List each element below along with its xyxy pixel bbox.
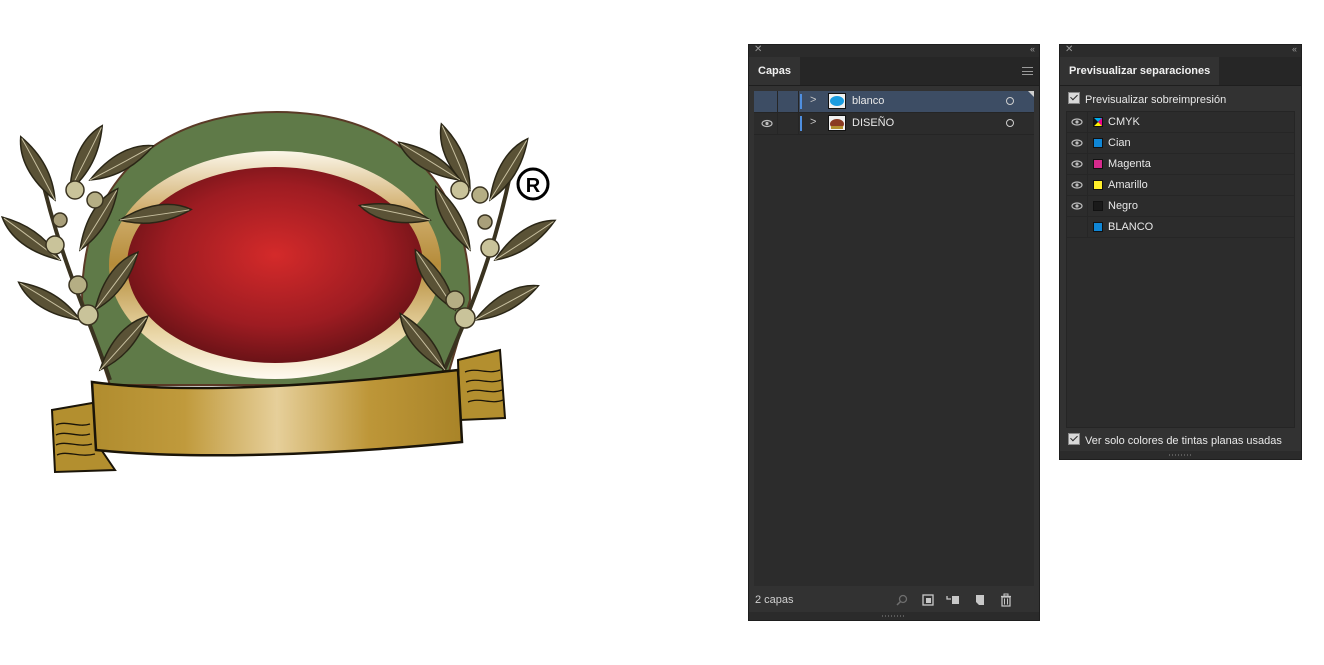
visibility-toggle[interactable] <box>1067 175 1088 195</box>
new-sublayer-icon[interactable] <box>946 593 960 607</box>
resize-grip[interactable] <box>1060 451 1301 459</box>
tab-layers[interactable]: Capas <box>749 57 801 85</box>
visibility-toggle[interactable] <box>1067 112 1088 132</box>
ink-row-negro[interactable]: Negro <box>1067 196 1294 217</box>
layers-panel: ✕ ‹‹ Capas > blanco > DISEÑO 2 capas <box>748 44 1040 621</box>
collapse-panel-icon[interactable]: ‹‹ <box>1030 44 1035 54</box>
eye-icon <box>1071 202 1083 210</box>
spot-only-label: Ver solo colores de tintas planas usadas <box>1085 435 1282 447</box>
layer-name[interactable]: blanco <box>852 95 884 107</box>
target-circle-icon[interactable] <box>1006 97 1014 105</box>
layer-color-indicator <box>800 94 802 109</box>
visibility-toggle[interactable] <box>1067 217 1088 237</box>
layer-color-indicator <box>800 116 802 131</box>
ink-name: CMYK <box>1108 116 1140 128</box>
spot-colors-only-option[interactable]: Ver solo colores de tintas planas usadas <box>1068 432 1282 448</box>
ink-row-blanco[interactable]: BLANCO <box>1067 217 1294 238</box>
layer-thumbnail <box>828 93 846 109</box>
trash-icon[interactable] <box>999 593 1013 607</box>
ink-row-cmyk[interactable]: CMYK <box>1067 112 1294 133</box>
ink-swatch <box>1093 159 1103 169</box>
target-circle-icon[interactable] <box>1006 119 1014 127</box>
overprint-preview-option[interactable]: Previsualizar sobreimpresión <box>1068 91 1226 107</box>
panel-menu-icon[interactable] <box>1022 67 1033 75</box>
ink-name: BLANCO <box>1108 221 1154 233</box>
ink-name: Magenta <box>1108 158 1151 170</box>
chevron-right-icon[interactable]: > <box>810 94 816 106</box>
overprint-checkbox[interactable] <box>1068 92 1080 104</box>
eye-icon <box>1071 160 1083 168</box>
panel-titlebar: ✕ ‹‹ <box>1060 44 1301 57</box>
ink-row-magenta[interactable]: Magenta <box>1067 154 1294 175</box>
separations-preview-panel: ✕ ‹‹ Previsualizar separaciones Previsua… <box>1059 44 1302 460</box>
layer-row-blanco[interactable]: > blanco <box>754 91 1034 113</box>
separations-tabbar: Previsualizar separaciones <box>1060 57 1301 86</box>
ink-list: CMYK Cian Magenta Amarillo Negro BLANCO <box>1066 111 1295 428</box>
eye-icon <box>1071 181 1083 189</box>
collapse-panel-icon[interactable]: ‹‹ <box>1292 44 1297 54</box>
ink-swatch <box>1093 180 1103 190</box>
tab-separations-preview[interactable]: Previsualizar separaciones <box>1060 57 1220 85</box>
selection-corner-icon <box>1028 91 1034 97</box>
clip-mask-icon[interactable] <box>921 593 935 607</box>
layer-thumbnail <box>828 115 846 131</box>
ink-swatch <box>1093 222 1103 232</box>
ink-name: Amarillo <box>1108 179 1148 191</box>
panel-titlebar: ✕ ‹‹ <box>749 44 1039 57</box>
resize-grip[interactable] <box>749 612 1039 620</box>
layers-footer: 2 capas <box>749 588 1039 612</box>
lock-toggle[interactable] <box>777 113 799 134</box>
ink-name: Negro <box>1108 200 1138 212</box>
visibility-toggle[interactable] <box>1067 133 1088 153</box>
ink-swatch <box>1093 138 1103 148</box>
close-panel-icon[interactable]: ✕ <box>1065 44 1073 55</box>
ink-swatch <box>1093 201 1103 211</box>
eye-icon <box>1071 118 1083 126</box>
chevron-right-icon[interactable]: > <box>810 116 816 128</box>
eye-icon <box>761 119 773 128</box>
cmyk-swatch-icon <box>1093 117 1103 127</box>
eye-icon <box>1071 139 1083 147</box>
layer-name[interactable]: DISEÑO <box>852 117 894 129</box>
layers-list: > blanco > DISEÑO <box>754 91 1034 586</box>
close-panel-icon[interactable]: ✕ <box>754 44 762 55</box>
ink-row-amarillo[interactable]: Amarillo <box>1067 175 1294 196</box>
layers-tabbar: Capas <box>749 57 1039 86</box>
svg-text:R: R <box>526 175 541 197</box>
search-icon[interactable] <box>895 593 909 607</box>
visibility-toggle[interactable] <box>1067 154 1088 174</box>
new-layer-icon[interactable] <box>973 593 987 607</box>
lock-toggle[interactable] <box>777 91 799 112</box>
visibility-toggle[interactable] <box>757 91 777 112</box>
overprint-label: Previsualizar sobreimpresión <box>1085 94 1227 106</box>
layer-count: 2 capas <box>755 594 794 606</box>
ink-row-cian[interactable]: Cian <box>1067 133 1294 154</box>
layer-row-diseno[interactable]: > DISEÑO <box>754 113 1034 135</box>
ink-name: Cian <box>1108 137 1131 149</box>
spot-only-checkbox[interactable] <box>1068 433 1080 445</box>
artboard-emblem: R <box>0 110 560 474</box>
visibility-toggle[interactable] <box>757 113 777 134</box>
visibility-toggle[interactable] <box>1067 196 1088 216</box>
